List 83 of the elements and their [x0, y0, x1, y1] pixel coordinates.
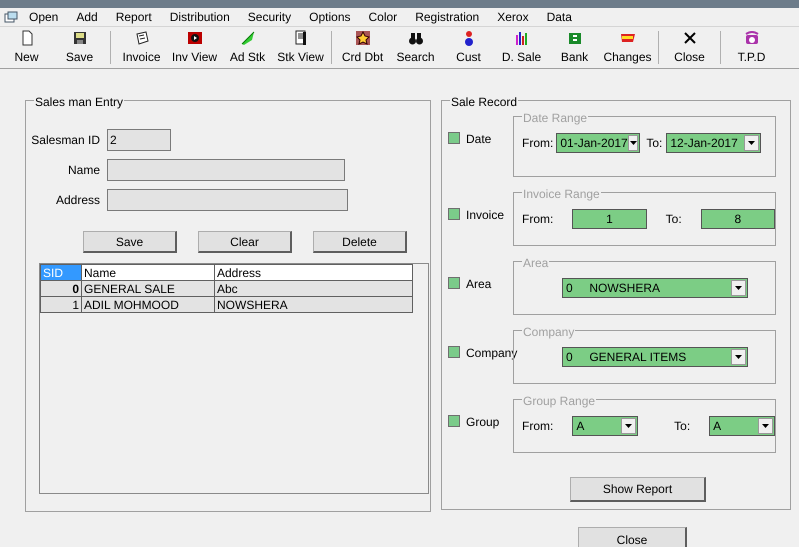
range-label: From: [522, 135, 554, 152]
control-value: 8 [734, 211, 742, 228]
toolbar-button[interactable]: Ad Stk [221, 27, 274, 68]
control-value: A [712, 418, 722, 435]
checkbox-label: Area [466, 276, 492, 293]
table-cell: NOWSHERA [214, 296, 412, 312]
star-badge-icon [354, 30, 370, 46]
toolbar-button[interactable]: D. Sale [495, 27, 548, 68]
close-icon [682, 30, 698, 46]
checkbox-label: Group [466, 414, 500, 431]
menu-item[interactable]: Security [238, 8, 300, 26]
bar-chart-icon [514, 30, 530, 46]
checkbox[interactable] [448, 415, 460, 427]
column-header[interactable]: Address [214, 264, 412, 280]
control-value: 01-Jan-2017 [559, 135, 628, 152]
menu-item[interactable]: Options [300, 8, 360, 26]
control-value: A [575, 418, 584, 435]
toolbar-button[interactable]: Crd Dbt [336, 27, 389, 68]
leaf-icon [240, 30, 256, 46]
dropdown[interactable]: A [572, 416, 638, 436]
toolbar-button[interactable]: Inv View [168, 27, 221, 68]
range-label: To: [666, 211, 682, 228]
control-value: 0 NOWSHERA [565, 280, 660, 297]
toolbar-button[interactable]: Save [53, 27, 106, 68]
dropdown[interactable]: 0 NOWSHERA [562, 278, 748, 298]
range-label: From: [522, 211, 554, 228]
form-button[interactable]: Clear [198, 231, 292, 253]
menu-item[interactable]: Distribution [160, 8, 239, 26]
input-field[interactable]: 8 [700, 209, 775, 229]
checkbox-label: Date [466, 131, 492, 148]
checkbox[interactable] [448, 208, 460, 220]
toolbar-button[interactable]: Bank [548, 27, 601, 68]
menu-item[interactable]: Open [20, 8, 68, 26]
checkbox-label: Company [466, 345, 518, 362]
form-button[interactable]: Save [83, 231, 177, 253]
show-report-button[interactable]: Show Report [570, 477, 706, 502]
menu-item[interactable]: Color [360, 8, 406, 26]
checkbox[interactable] [448, 132, 460, 144]
dropdown[interactable]: A [709, 416, 775, 436]
range-label: To: [674, 418, 690, 435]
field-label: Name [66, 162, 100, 178]
toolbar-button[interactable]: Stk View [274, 27, 327, 68]
document-icon [292, 30, 308, 46]
menu-item[interactable]: Report [106, 8, 161, 26]
form-button[interactable]: Delete [313, 231, 407, 253]
checkbox-label: Invoice [466, 207, 504, 224]
input-field[interactable] [107, 158, 345, 180]
toolbar-button[interactable]: T.P.D [725, 27, 778, 68]
toolbar-button[interactable]: Changes [601, 27, 654, 68]
menu-item[interactable]: Add [67, 8, 107, 26]
column-header[interactable]: Name [82, 264, 214, 280]
toolbar-button[interactable]: Close [663, 27, 716, 68]
input-field[interactable]: 2 [107, 128, 171, 150]
checkbox[interactable] [448, 277, 460, 289]
field-label: Salesman ID [30, 132, 100, 148]
control-value: 1 [606, 211, 613, 228]
menu-item[interactable]: Registration [406, 8, 488, 26]
table-cell: GENERAL SALE [82, 280, 214, 296]
toolbar-button[interactable]: Invoice [115, 27, 168, 68]
menu-item[interactable]: Data [538, 8, 581, 26]
toolbar-button[interactable]: New [0, 27, 53, 68]
table-cell: Abc [214, 280, 412, 296]
table-cell: ADIL MOHMOOD [82, 296, 214, 312]
toolbar-button[interactable]: Search [389, 27, 442, 68]
menu-item[interactable]: Xerox [488, 8, 538, 26]
input-field[interactable] [107, 188, 348, 210]
notepad-icon [134, 30, 150, 46]
dropdown[interactable]: 0 GENERAL ITEMS [562, 347, 748, 367]
toolbar-button[interactable]: Cust [442, 27, 495, 68]
checkbox[interactable] [448, 346, 460, 358]
telephone-icon [744, 30, 760, 46]
film-icon [186, 30, 202, 46]
control-value: 0 GENERAL ITEMS [565, 349, 686, 366]
control-value: 12-Jan-2017 [669, 135, 738, 152]
close-button[interactable]: Close [578, 527, 687, 547]
dropdown[interactable]: 12-Jan-2017 [666, 133, 762, 153]
input-field[interactable]: 1 [572, 209, 647, 229]
dropdown[interactable]: 01-Jan-2017 [556, 133, 640, 153]
field-label: Address [54, 192, 100, 208]
table-cell: 1 [40, 296, 82, 312]
range-label: From: [522, 418, 554, 435]
range-label: To: [646, 135, 662, 152]
table-cell: 0 [40, 280, 82, 296]
